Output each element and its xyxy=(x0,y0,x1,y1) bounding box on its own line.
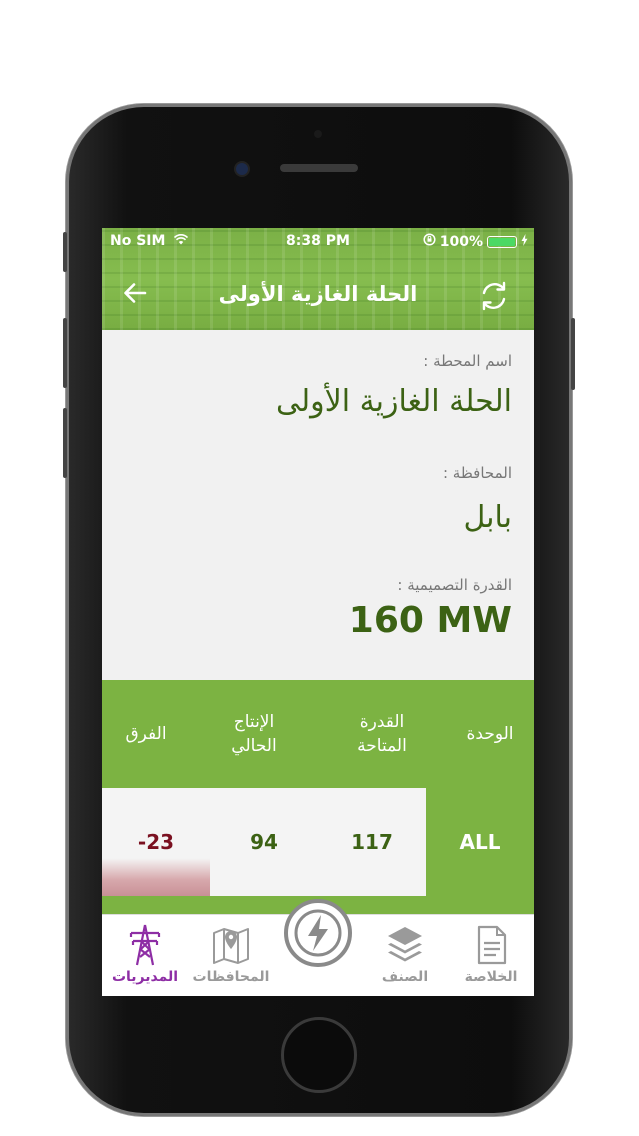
proximity-sensor xyxy=(314,130,322,138)
design-capacity-value: 160 MW xyxy=(348,600,512,641)
table-header: الفرق الإنتاج الحالي القدرة المتاحة الوح… xyxy=(102,680,534,788)
tab-category[interactable]: الصنف xyxy=(362,915,448,996)
tab-provinces-label: المحافظات xyxy=(192,969,270,985)
station-name-label: اسم المحطة : xyxy=(423,352,512,370)
battery-icon xyxy=(487,235,517,248)
refresh-icon[interactable] xyxy=(476,278,512,314)
volume-up-button xyxy=(63,318,67,388)
header-current-production: الإنتاج الحالي xyxy=(231,712,277,756)
tab-bar: المديريات المحافظات الصنف الخلاصة xyxy=(102,899,534,996)
tab-category-label: الصنف xyxy=(381,969,429,985)
navigation-bar: الحلة الغازية الأولى xyxy=(102,274,534,318)
charging-icon xyxy=(521,233,528,250)
design-capacity-label: القدرة التصميمية : xyxy=(397,576,512,594)
app-screen: No SIM 8:38 PM 100% الحلة الغازية الأولى… xyxy=(102,228,534,996)
earpiece-speaker xyxy=(280,164,358,172)
table-row[interactable]: -23 94 117 ALL xyxy=(102,788,534,896)
page-title: الحلة الغازية الأولى xyxy=(218,282,418,306)
lightning-icon xyxy=(294,909,342,957)
app-header: No SIM 8:38 PM 100% الحلة الغازية الأولى xyxy=(102,228,534,330)
tab-summary-label: الخلاصة xyxy=(464,969,518,985)
status-bar: No SIM 8:38 PM 100% xyxy=(102,228,534,254)
header-diff: الفرق xyxy=(125,724,167,744)
volume-down-button xyxy=(63,408,67,478)
document-icon xyxy=(471,923,511,967)
current-production-cell: 94 xyxy=(250,830,278,854)
home-button[interactable] xyxy=(281,1017,357,1093)
province-label: المحافظة : xyxy=(442,464,512,482)
diff-cell: -23 xyxy=(102,788,210,896)
available-capacity-cell: 117 xyxy=(351,830,393,854)
tab-directorates[interactable]: المديريات xyxy=(102,915,188,996)
battery-percent: 100% xyxy=(439,233,483,250)
station-name-value: الحلة الغازية الأولى xyxy=(275,384,512,419)
units-table: الفرق الإنتاج الحالي القدرة المتاحة الوح… xyxy=(102,680,534,914)
header-unit: الوحدة xyxy=(466,724,514,744)
map-icon xyxy=(211,923,251,967)
power-tower-icon xyxy=(125,923,165,967)
lightning-button[interactable] xyxy=(284,899,352,967)
power-button xyxy=(571,318,575,390)
header-available-capacity: القدرة المتاحة xyxy=(357,712,407,756)
tab-summary[interactable]: الخلاصة xyxy=(448,915,534,996)
tab-directorates-label: المديريات xyxy=(111,969,179,985)
mute-switch xyxy=(63,232,67,272)
unit-cell: ALL xyxy=(426,788,534,896)
rotation-lock-icon xyxy=(423,233,436,250)
station-info: اسم المحطة : الحلة الغازية الأولى المحاف… xyxy=(102,330,534,680)
tab-provinces[interactable]: المحافظات xyxy=(188,915,274,996)
province-value: بابل xyxy=(463,500,512,535)
battery-group: 100% xyxy=(423,233,528,250)
front-camera xyxy=(236,163,248,175)
layers-icon xyxy=(385,923,425,967)
